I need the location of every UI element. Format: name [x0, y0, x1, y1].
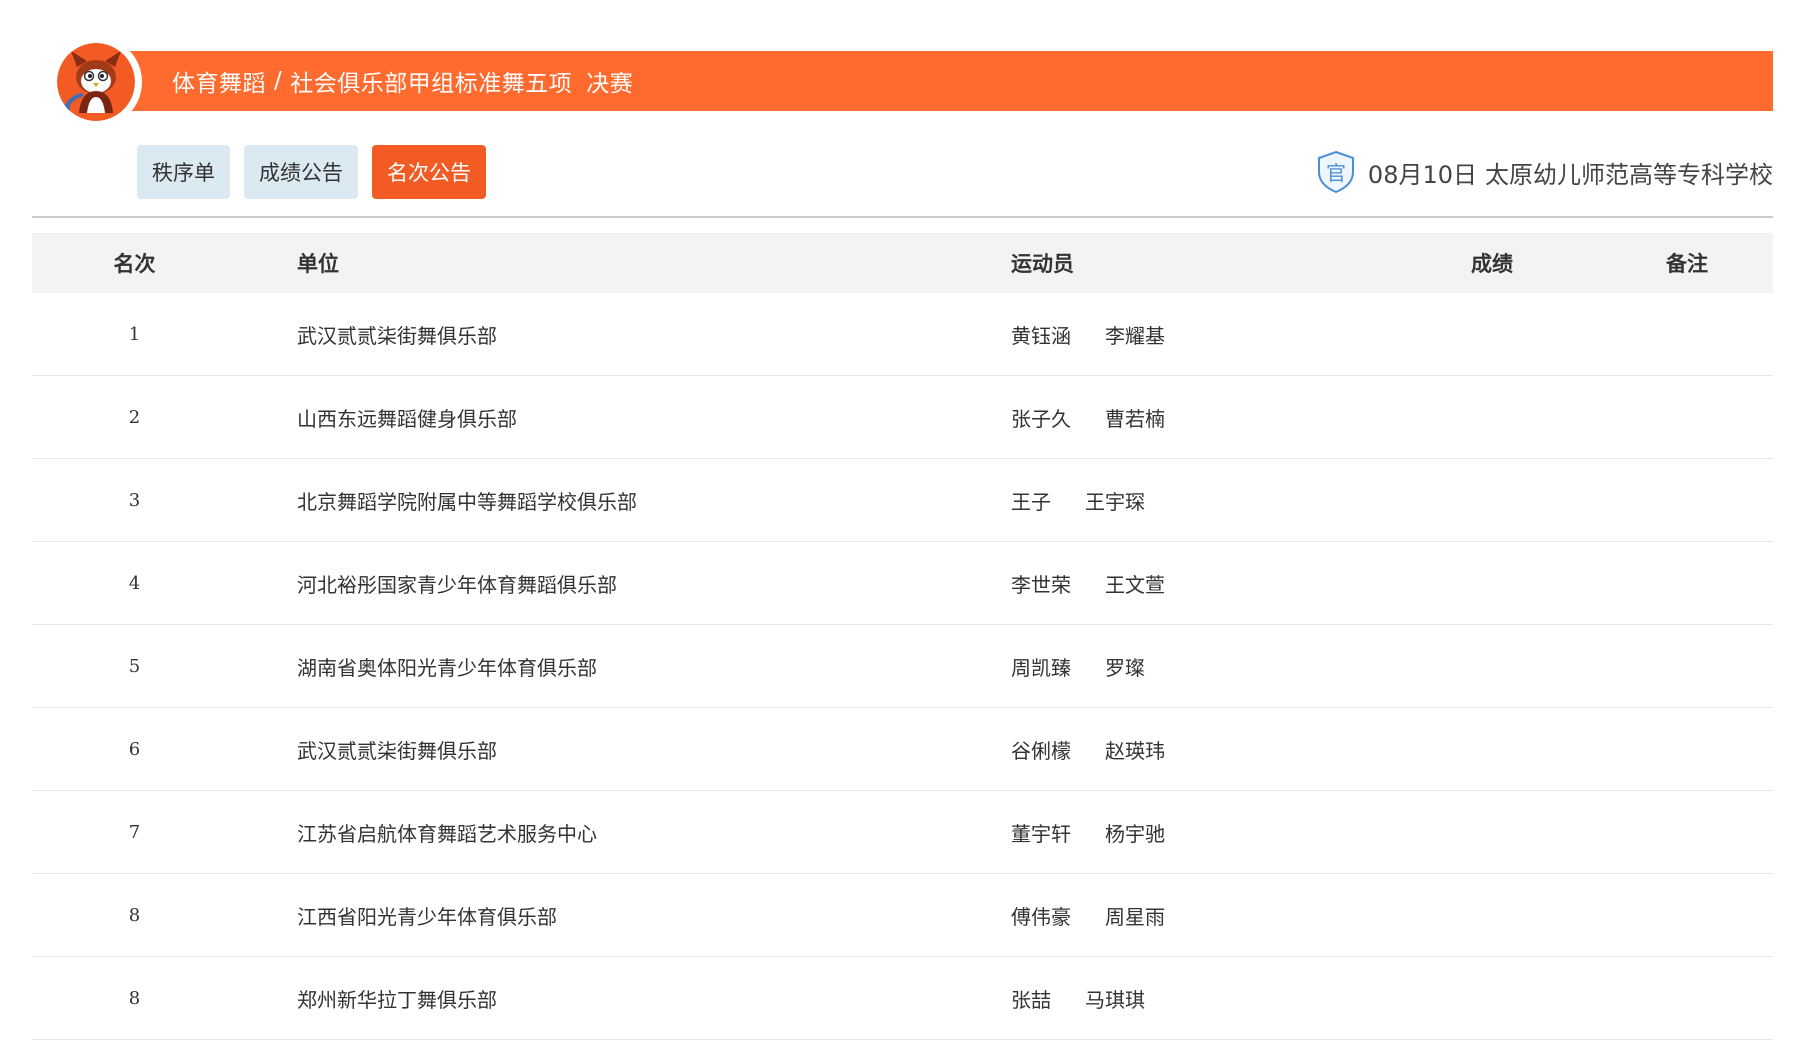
column-header-score: 成绩	[1471, 252, 1513, 276]
rank-cell: 8	[128, 987, 141, 1009]
event-title: 社会俱乐部甲组标准舞五项	[290, 71, 573, 97]
rank-cell: 1	[128, 323, 141, 345]
table-row: 5 湖南省奥体阳光青少年体育俱乐部 周凯臻 罗璨	[32, 625, 1773, 708]
athlete-name: 谷俐檬	[1011, 738, 1071, 763]
athletes-cell: 王子 王宇琛	[1011, 459, 1411, 541]
table-row: 4 河北裕彤国家青少年体育舞蹈俱乐部 李世荣 王文萱	[32, 542, 1773, 625]
score-cell	[1382, 791, 1602, 873]
column-header-unit: 单位	[297, 252, 339, 276]
score-cell	[1382, 625, 1602, 707]
column-header-note: 备注	[1666, 252, 1708, 276]
round-title: 决赛	[586, 71, 634, 97]
table-row: 6 武汉贰贰柒街舞俱乐部 谷俐檬 赵瑛玮	[32, 708, 1773, 791]
score-cell	[1382, 293, 1602, 375]
unit-cell: 江苏省启航体育舞蹈艺术服务中心	[297, 821, 597, 846]
unit-cell: 河北裕彤国家青少年体育舞蹈俱乐部	[297, 572, 617, 597]
title-separator: /	[274, 68, 283, 94]
athlete-name: 赵瑛玮	[1105, 738, 1165, 763]
athlete-name: 王子	[1011, 489, 1051, 514]
unit-cell: 武汉贰贰柒街舞俱乐部	[297, 738, 497, 763]
unit-cell: 湖南省奥体阳光青少年体育俱乐部	[297, 655, 597, 680]
athletes-cell: 张子久 曹若楠	[1011, 376, 1411, 458]
table-row: 2 山西东远舞蹈健身俱乐部 张子久 曹若楠	[32, 376, 1773, 459]
note-cell	[1597, 791, 1777, 873]
unit-cell: 武汉贰贰柒街舞俱乐部	[297, 323, 497, 348]
athletes-cell: 傅伟豪 周星雨	[1011, 874, 1411, 956]
rank-cell: 6	[128, 738, 141, 760]
table-header: 名次 单位 运动员 成绩 备注	[32, 233, 1773, 293]
logo-badge	[52, 38, 140, 126]
note-cell	[1597, 459, 1777, 541]
rank-cell: 4	[128, 572, 141, 594]
athletes-cell: 周凯臻 罗璨	[1011, 625, 1411, 707]
rank-cell: 2	[128, 406, 141, 428]
tab-bar: 秩序单 成绩公告 名次公告	[137, 145, 486, 199]
rank-cell: 3	[128, 489, 141, 511]
athlete-name: 张喆	[1011, 987, 1051, 1012]
athlete-name: 王宇琛	[1085, 489, 1145, 514]
event-venue: 太原幼儿师范高等专科学校	[1485, 160, 1773, 189]
rank-cell: 8	[128, 904, 141, 926]
event-date: 08月10日	[1367, 160, 1477, 189]
table-row: 3 北京舞蹈学院附属中等舞蹈学校俱乐部 王子 王宇琛	[32, 459, 1773, 542]
table-row: 8 郑州新华拉丁舞俱乐部 张喆 马琪琪	[32, 957, 1773, 1040]
athlete-name: 李世荣	[1011, 572, 1071, 597]
unit-cell: 江西省阳光青少年体育俱乐部	[297, 904, 557, 929]
athlete-name: 张子久	[1011, 406, 1071, 431]
athlete-name: 罗璨	[1105, 655, 1145, 680]
table-row: 1 武汉贰贰柒街舞俱乐部 黄钰涵 李耀基	[32, 293, 1773, 376]
score-cell	[1382, 874, 1602, 956]
athlete-name: 王文萱	[1105, 572, 1165, 597]
athlete-name: 黄钰涵	[1011, 323, 1071, 348]
unit-cell: 郑州新华拉丁舞俱乐部	[297, 987, 497, 1012]
score-cell	[1382, 459, 1602, 541]
athlete-name: 马琪琪	[1085, 987, 1145, 1012]
score-cell	[1382, 376, 1602, 458]
note-cell	[1597, 293, 1777, 375]
table-row: 7 江苏省启航体育舞蹈艺术服务中心 董宇轩 杨宇驰	[32, 791, 1773, 874]
athletes-cell: 张喆 马琪琪	[1011, 957, 1411, 1039]
ranking-table: 名次 单位 运动员 成绩 备注 1 武汉贰贰柒街舞俱乐部 黄钰涵 李耀基 2 山…	[32, 233, 1773, 1040]
column-header-rank: 名次	[113, 252, 156, 276]
tab-score-announcement[interactable]: 成绩公告	[244, 145, 358, 199]
athletes-cell: 董宇轩 杨宇驰	[1011, 791, 1411, 873]
athlete-name: 周凯臻	[1011, 655, 1071, 680]
official-badge-text: 官	[1326, 161, 1346, 185]
unit-cell: 北京舞蹈学院附属中等舞蹈学校俱乐部	[297, 489, 637, 514]
rank-cell: 5	[128, 655, 141, 677]
athlete-name: 周星雨	[1105, 904, 1165, 929]
athletes-cell: 黄钰涵 李耀基	[1011, 293, 1411, 375]
athletes-cell: 李世荣 王文萱	[1011, 542, 1411, 624]
unit-cell: 山西东远舞蹈健身俱乐部	[297, 406, 517, 431]
note-cell	[1597, 542, 1777, 624]
athletes-cell: 谷俐檬 赵瑛玮	[1011, 708, 1411, 790]
official-shield-icon: 官	[1317, 150, 1354, 194]
athlete-name: 杨宇驰	[1105, 821, 1165, 846]
mascot-logo-icon	[57, 43, 135, 121]
score-cell	[1382, 542, 1602, 624]
athlete-name: 曹若楠	[1105, 406, 1165, 431]
page-title-banner: 体育舞蹈 / 社会俱乐部甲组标准舞五项 决赛	[122, 51, 1773, 111]
athlete-name: 李耀基	[1105, 323, 1165, 348]
athlete-name: 傅伟豪	[1011, 904, 1071, 929]
note-cell	[1597, 874, 1777, 956]
column-header-athletes: 运动员	[1011, 252, 1074, 276]
score-cell	[1382, 708, 1602, 790]
header-divider	[32, 216, 1773, 218]
note-cell	[1597, 376, 1777, 458]
table-row: 8 江西省阳光青少年体育俱乐部 傅伟豪 周星雨	[32, 874, 1773, 957]
tab-ranking-announcement[interactable]: 名次公告	[372, 145, 486, 199]
score-cell	[1382, 957, 1602, 1039]
note-cell	[1597, 625, 1777, 707]
note-cell	[1597, 957, 1777, 1039]
rank-cell: 7	[128, 821, 141, 843]
tab-order-sheet[interactable]: 秩序单	[137, 145, 230, 199]
note-cell	[1597, 708, 1777, 790]
event-info: 官 08月10日 太原幼儿师范高等专科学校	[1316, 150, 1773, 194]
athlete-name: 董宇轩	[1011, 821, 1071, 846]
category-title: 体育舞蹈	[172, 71, 266, 97]
